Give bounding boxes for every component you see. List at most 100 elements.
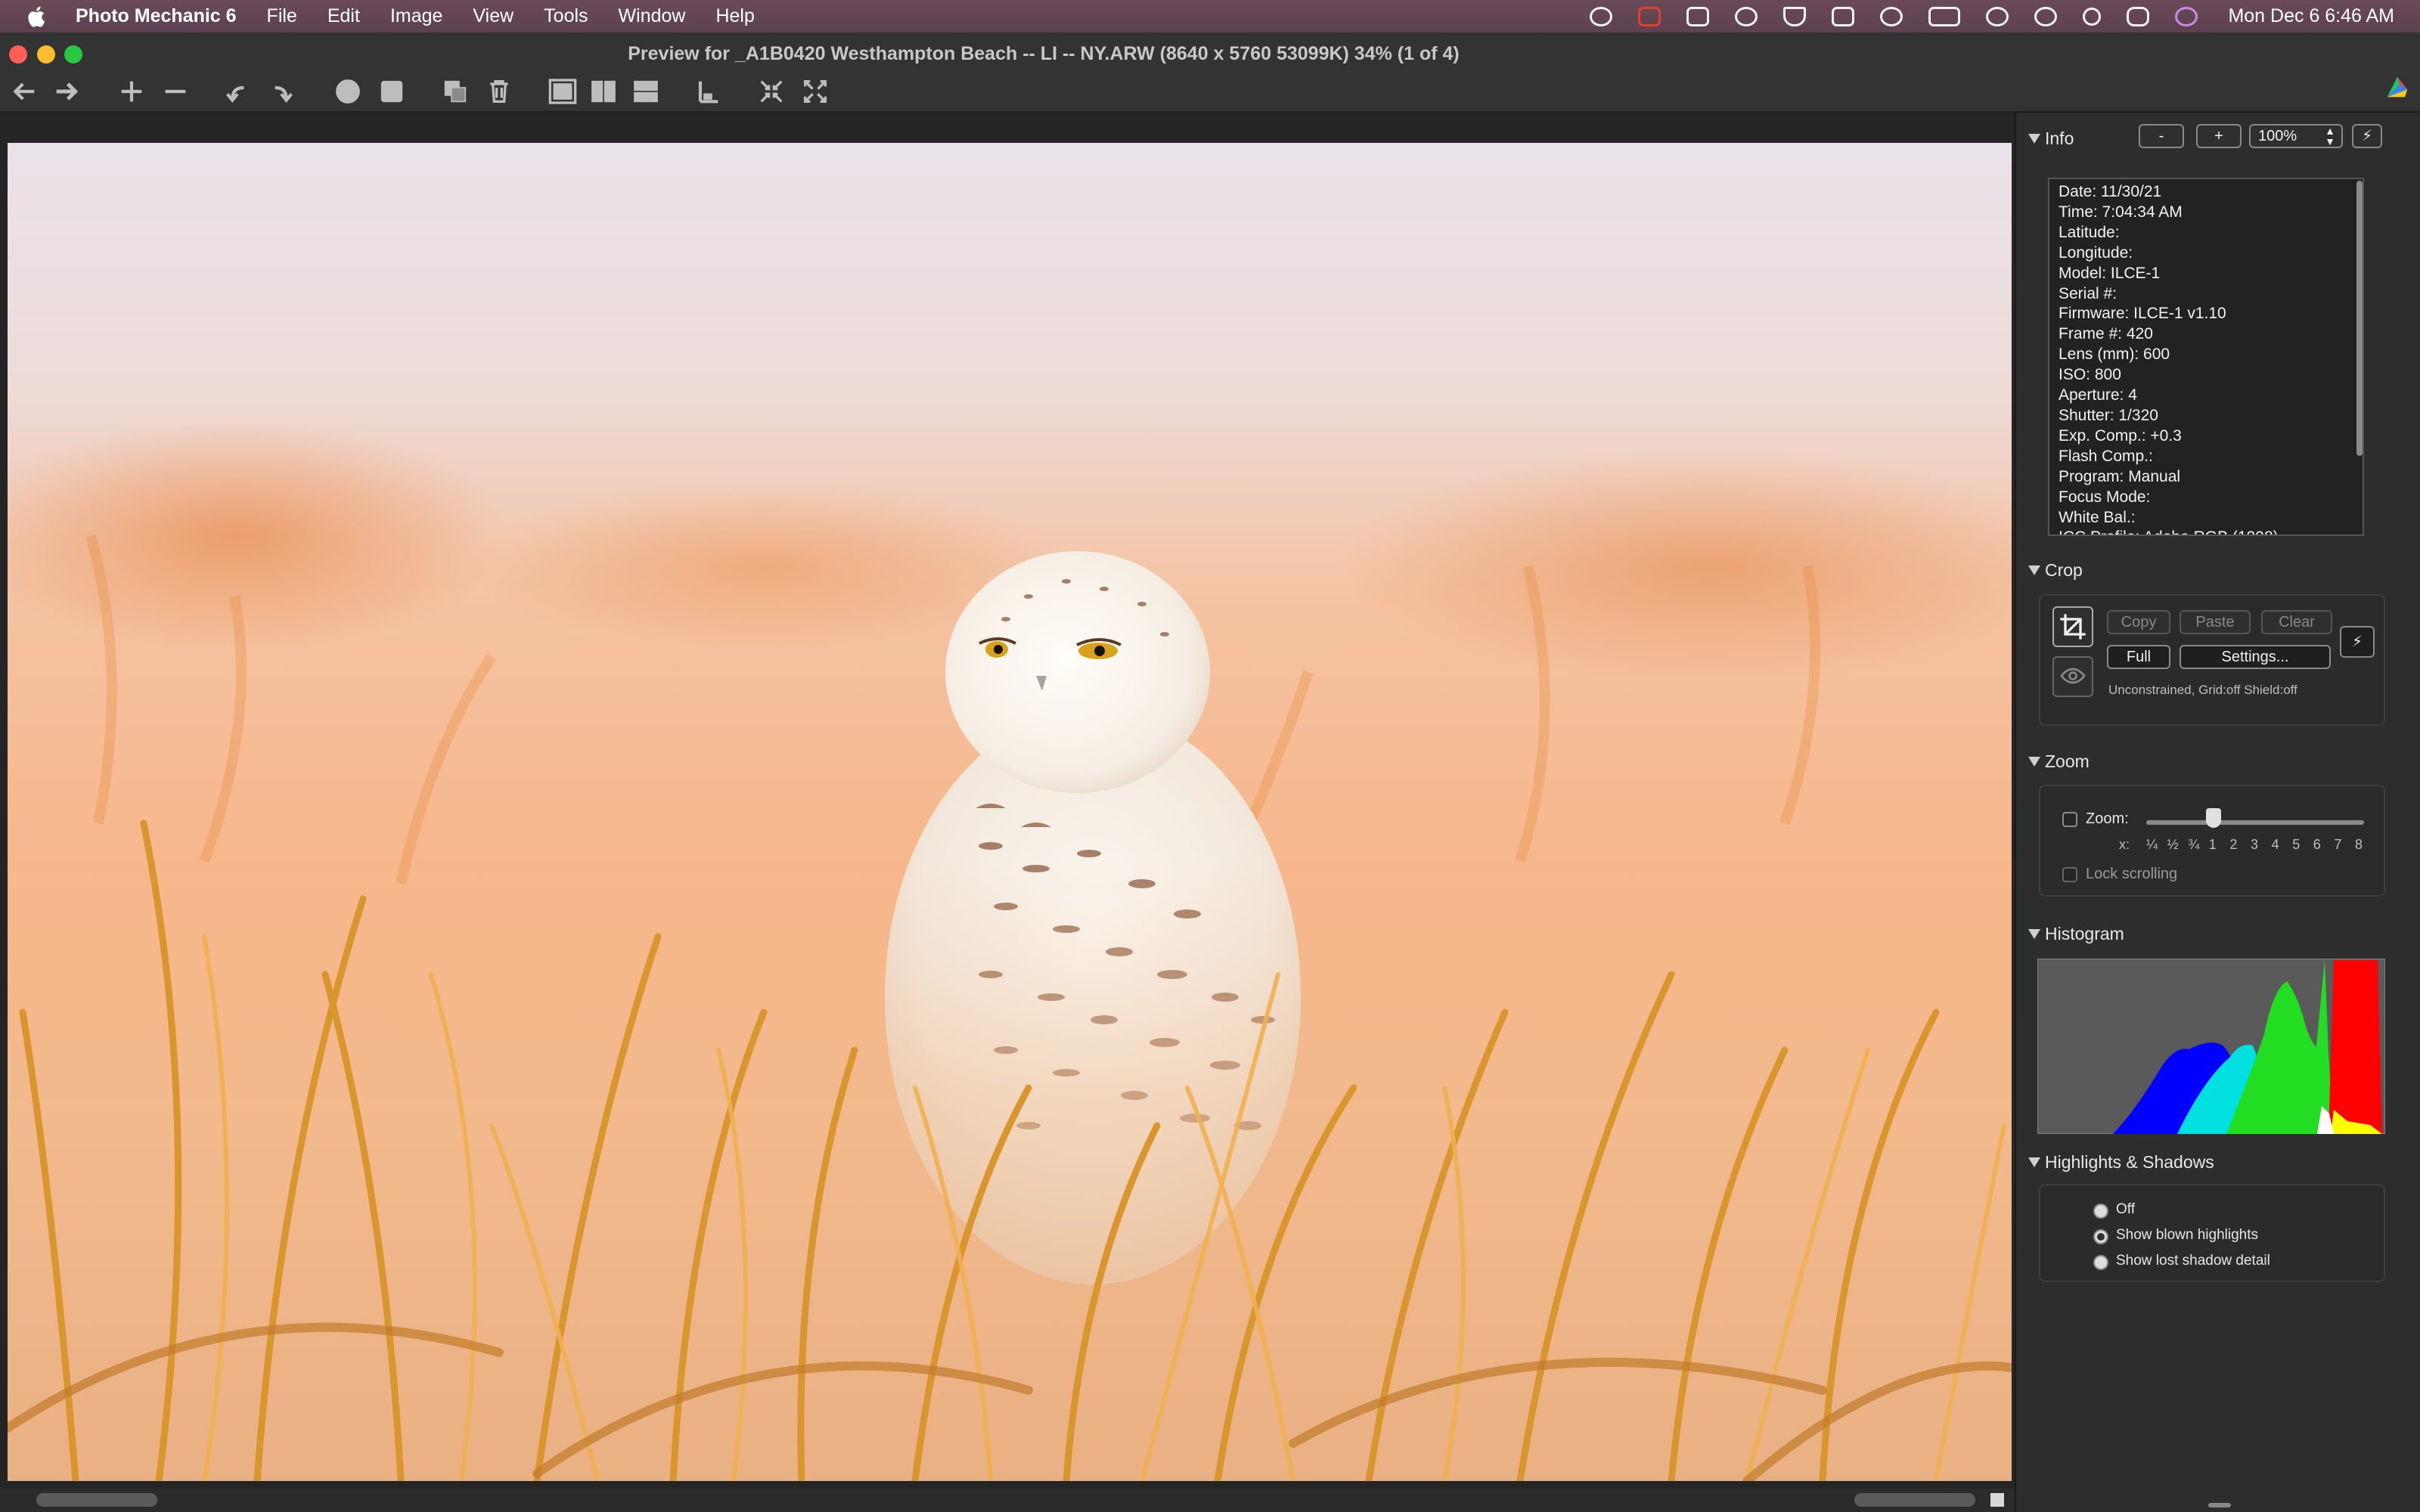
panel-scroll-indicator[interactable] bbox=[2208, 1503, 2231, 1507]
back-arrow-icon[interactable] bbox=[9, 75, 39, 108]
battery-app-icon[interactable] bbox=[1638, 6, 1661, 26]
menu-help[interactable]: Help bbox=[715, 5, 754, 27]
crop-copy-button[interactable]: Copy bbox=[2107, 610, 2170, 634]
menubar-clock[interactable]: Mon Dec 6 6:46 AM bbox=[2228, 5, 2394, 27]
info-line-focus-mode: Focus Mode: bbox=[2059, 488, 2151, 506]
info-icon[interactable] bbox=[333, 75, 363, 108]
show-lost-shadow-radio[interactable] bbox=[2093, 1255, 2108, 1270]
copy-icon[interactable] bbox=[440, 75, 470, 108]
show-blown-highlights-label: Show blown highlights bbox=[2116, 1227, 2259, 1243]
info-line-date: Date: 11/30/21 bbox=[2059, 183, 2162, 200]
image-preview-area[interactable] bbox=[0, 113, 2015, 1512]
window-titlebar: Preview for _A1B0420 Westhampton Beach -… bbox=[0, 33, 2420, 113]
info-section-title: Info bbox=[2045, 129, 2074, 148]
edit-image-icon[interactable] bbox=[377, 75, 407, 108]
zoom-checkbox[interactable] bbox=[2062, 812, 2077, 827]
eye-icon bbox=[2060, 668, 2086, 684]
creative-cloud-icon[interactable] bbox=[1590, 6, 1613, 26]
info-line-flash-comp: Flash Comp.: bbox=[2059, 447, 2153, 465]
film-icon[interactable] bbox=[1686, 6, 1710, 26]
window-title: Preview for _A1B0420 Westhampton Beach -… bbox=[628, 43, 1460, 64]
remove-icon[interactable] bbox=[160, 75, 191, 108]
disclosure-triangle-icon bbox=[2028, 1157, 2040, 1167]
zoom-scale-7: 7 bbox=[2334, 837, 2342, 852]
siri-icon[interactable] bbox=[2175, 6, 2198, 26]
user-icon[interactable] bbox=[2034, 6, 2058, 26]
scrollbar-thumb[interactable] bbox=[1854, 1493, 1975, 1507]
rotate-left-icon[interactable] bbox=[222, 75, 253, 108]
zoom-slider-track[interactable] bbox=[2146, 820, 2364, 825]
window-icon[interactable] bbox=[1832, 6, 1855, 26]
photo-preview[interactable] bbox=[8, 143, 2012, 1481]
highlights-off-radio[interactable] bbox=[2093, 1204, 2108, 1219]
show-lost-shadow-label: Show lost shadow detail bbox=[2116, 1253, 2270, 1269]
crop-tool-button[interactable] bbox=[2052, 606, 2093, 647]
crop-lightning-icon[interactable]: ⚡ bbox=[2340, 626, 2375, 658]
zoom-section-title: Zoom bbox=[2045, 751, 2090, 771]
rotate-right-icon[interactable] bbox=[266, 75, 296, 108]
apple-menu-icon[interactable] bbox=[24, 4, 50, 29]
menu-edit[interactable]: Edit bbox=[327, 5, 360, 27]
crop-settings-button[interactable]: Settings... bbox=[2180, 645, 2331, 669]
info-line-icc-profile: ICC Profile: Adobe RGB (1998) bbox=[2059, 528, 2363, 534]
trash-icon[interactable] bbox=[484, 75, 514, 108]
info-line-latitude: Latitude: bbox=[2059, 223, 2120, 241]
shrink-icon[interactable] bbox=[756, 75, 786, 108]
crop-paste-button[interactable]: Paste bbox=[2180, 610, 2251, 634]
highlights-section-title: Highlights & Shadows bbox=[2045, 1152, 2214, 1172]
menu-image[interactable]: Image bbox=[390, 5, 442, 27]
zoom-in-button[interactable]: + bbox=[2196, 124, 2242, 148]
forward-arrow-icon[interactable] bbox=[51, 75, 82, 108]
zoom-scale-1: 1 bbox=[2208, 837, 2217, 852]
menubar: Photo Mechanic 6 File Edit Image View To… bbox=[0, 0, 2420, 33]
zoom-section-header[interactable]: Zoom bbox=[2028, 751, 2090, 772]
info-line-serial: Serial #: bbox=[2059, 284, 2118, 302]
add-icon[interactable] bbox=[116, 75, 147, 108]
zoom-slider-thumb[interactable] bbox=[2206, 808, 2222, 828]
disclosure-triangle-icon bbox=[2028, 757, 2040, 767]
info-line-exp-comp: Exp. Comp.: +0.3 bbox=[2059, 426, 2182, 445]
malwarebytes-icon[interactable] bbox=[1783, 6, 1807, 26]
crop-shield-button[interactable] bbox=[2052, 656, 2093, 697]
horizontal-scrollbar[interactable] bbox=[0, 1489, 2015, 1512]
menu-window[interactable]: Window bbox=[619, 5, 686, 27]
link-icon[interactable] bbox=[1986, 6, 2009, 26]
single-view-icon[interactable] bbox=[546, 75, 579, 108]
play-icon[interactable] bbox=[1880, 6, 1903, 26]
menu-app-name[interactable]: Photo Mechanic 6 bbox=[76, 5, 237, 27]
info-line-lens: Lens (mm): 600 bbox=[2059, 345, 2170, 364]
menu-file[interactable]: File bbox=[267, 5, 297, 27]
zoom-out-button[interactable]: - bbox=[2139, 124, 2184, 148]
disclosure-triangle-icon bbox=[2028, 929, 2040, 939]
info-scrollbar[interactable] bbox=[2356, 181, 2363, 456]
battery-icon[interactable] bbox=[1928, 6, 1961, 26]
lock-scrolling-checkbox[interactable] bbox=[2062, 867, 2077, 882]
snowy-owl-photo bbox=[8, 534, 2012, 1481]
highlights-section-header[interactable]: Highlights & Shadows bbox=[2028, 1152, 2214, 1173]
crop-clear-button[interactable]: Clear bbox=[2261, 610, 2332, 634]
updown-chevron-icon: ▲ ▼ bbox=[2325, 125, 2335, 147]
menu-view[interactable]: View bbox=[473, 5, 513, 27]
lightning-icon[interactable]: ⚡ bbox=[2352, 124, 2382, 148]
resize-corner[interactable] bbox=[1990, 1493, 2004, 1507]
show-blown-highlights-radio[interactable] bbox=[2093, 1229, 2108, 1244]
menu-tools[interactable]: Tools bbox=[544, 5, 588, 27]
split-horizontal-icon[interactable] bbox=[631, 75, 661, 108]
crop-full-button[interactable]: Full bbox=[2107, 645, 2170, 669]
scrollbar-left-thumb[interactable] bbox=[36, 1493, 157, 1507]
info-text-area[interactable]: Date: 11/30/21 Time: 7:04:34 AM Latitude… bbox=[2048, 178, 2364, 536]
zoom-scale-quarter: ¼ bbox=[2146, 837, 2158, 852]
histogram-section-header[interactable]: Histogram bbox=[2028, 924, 2124, 944]
crop-section-header[interactable]: Crop bbox=[2028, 560, 2083, 581]
disclosure-triangle-icon bbox=[2028, 565, 2040, 575]
align-icon[interactable] bbox=[693, 75, 723, 108]
histogram-section-title: Histogram bbox=[2045, 924, 2124, 943]
zoom-scale-5: 5 bbox=[2292, 837, 2301, 852]
refresh-icon[interactable] bbox=[1735, 6, 1758, 26]
zoom-percent-select[interactable]: 100% ▲ ▼ bbox=[2249, 124, 2343, 148]
expand-icon[interactable] bbox=[800, 75, 830, 108]
control-center-icon[interactable] bbox=[2127, 6, 2150, 26]
split-vertical-icon[interactable] bbox=[588, 75, 619, 108]
info-section-header[interactable]: Info bbox=[2028, 129, 2074, 149]
search-icon[interactable] bbox=[2083, 7, 2102, 26]
